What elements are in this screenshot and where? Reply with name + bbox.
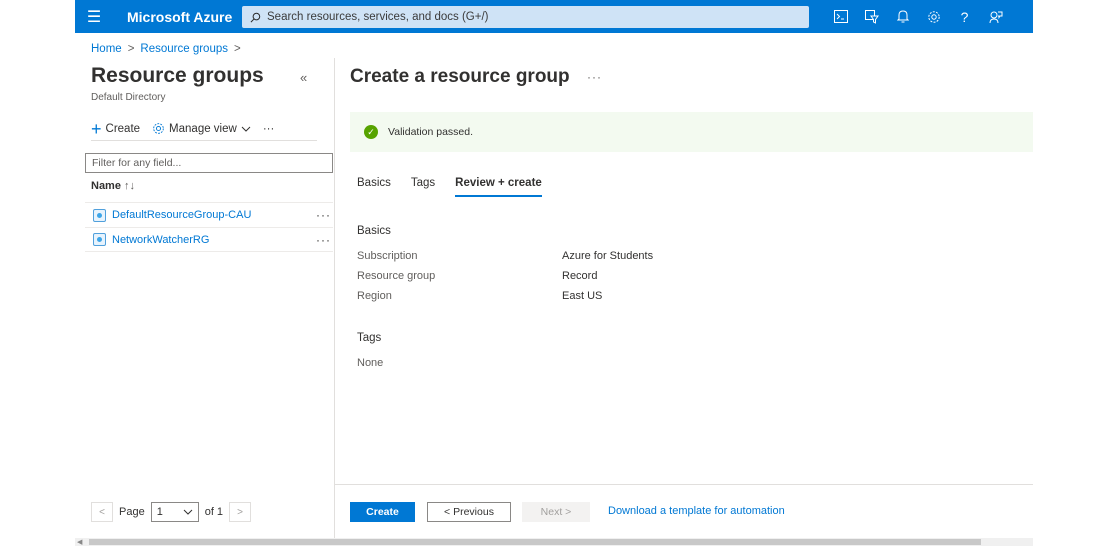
create-button[interactable]: + Create (91, 118, 141, 139)
breadcrumb-separator: > (233, 43, 241, 55)
search-placeholder: Search resources, services, and docs (G+… (267, 11, 489, 23)
page-select[interactable]: 1 (150, 502, 199, 522)
create-label: Create (105, 122, 141, 135)
gear-icon (153, 123, 164, 134)
top-bar: ☰ Microsoft Azure Search resources, serv… (75, 0, 1033, 33)
next-page-button[interactable]: > (229, 502, 252, 522)
list-item[interactable]: NetworkWatcherRG ··· (85, 227, 333, 252)
list-item[interactable]: DefaultResourceGroup-CAU ··· (85, 202, 333, 227)
tab-tags[interactable]: Tags (411, 177, 435, 197)
summary-key: Region (357, 290, 392, 302)
validation-banner: ✓ Validation passed. (350, 112, 1033, 152)
scrollbar-thumb[interactable] (89, 539, 981, 545)
azure-portal-window: ☰ Microsoft Azure Search resources, serv… (75, 0, 1033, 546)
chevron-down-icon (183, 509, 193, 515)
manage-view-button[interactable]: Manage view (152, 122, 251, 135)
resource-group-list: DefaultResourceGroup-CAU ··· NetworkWatc… (85, 202, 333, 252)
left-pane-subtitle: Default Directory (91, 92, 166, 103)
basics-heading: Basics (357, 225, 391, 237)
top-icons: ? (825, 0, 1011, 33)
page-label: Page (119, 506, 145, 518)
more-options-button[interactable]: ··· (263, 123, 275, 135)
resource-group-name[interactable]: NetworkWatcherRG (112, 234, 209, 246)
breadcrumb-separator: > (127, 43, 135, 55)
brand-title[interactable]: Microsoft Azure (127, 9, 237, 25)
tags-heading: Tags (357, 332, 382, 344)
summary-row-region: Region East US (357, 290, 602, 302)
sort-arrows-icon: ↑↓ (124, 180, 136, 192)
manage-view-label: Manage view (169, 122, 237, 135)
summary-row-resource-group: Resource group Record (357, 270, 597, 282)
search-input[interactable]: Search resources, services, and docs (G+… (242, 6, 809, 28)
filter-input[interactable]: Filter for any field... (85, 153, 333, 173)
next-button[interactable]: Next > (522, 502, 590, 522)
summary-value: East US (562, 290, 603, 302)
notifications-icon[interactable] (887, 0, 918, 33)
tab-review-create[interactable]: Review + create (455, 177, 542, 197)
title-more-icon[interactable]: ··· (587, 70, 602, 84)
settings-icon[interactable] (918, 0, 949, 33)
tab-basics[interactable]: Basics (357, 177, 391, 197)
resource-group-icon (93, 233, 106, 246)
left-pane-title: Resource groups (91, 64, 264, 87)
wizard-tabs: Basics Tags Review + create (357, 177, 542, 197)
help-icon[interactable]: ? (949, 0, 980, 33)
feedback-icon[interactable] (980, 0, 1011, 33)
directory-filter-icon[interactable] (856, 0, 887, 33)
plus-icon: + (91, 118, 102, 139)
page-select-value: 1 (156, 506, 163, 518)
left-toolbar: + Create Manage view ··· (91, 117, 317, 141)
summary-value: Azure for Students (562, 250, 654, 262)
row-more-icon[interactable]: ··· (316, 208, 331, 222)
summary-key: Resource group (357, 270, 436, 282)
collapse-pane-icon[interactable]: « (300, 70, 307, 85)
cloud-shell-icon[interactable] (825, 0, 856, 33)
breadcrumb-resource-groups[interactable]: Resource groups (140, 43, 228, 55)
horizontal-scrollbar[interactable]: ◀ (75, 538, 1033, 546)
summary-key: Subscription (357, 250, 418, 262)
create-button[interactable]: Create (350, 502, 415, 522)
name-column-label: Name (91, 180, 121, 192)
resource-group-name[interactable]: DefaultResourceGroup-CAU (112, 209, 251, 221)
of-pages-label: of 1 (204, 506, 224, 518)
validation-message: Validation passed. (388, 126, 474, 138)
pane-divider (334, 58, 335, 538)
page-title: Create a resource group (350, 66, 570, 87)
summary-row-subscription: Subscription Azure for Students (357, 250, 653, 262)
breadcrumb-home[interactable]: Home (91, 43, 122, 55)
breadcrumb: Home > Resource groups > (91, 43, 241, 55)
summary-value: Record (562, 270, 598, 282)
resource-group-icon (93, 208, 106, 222)
previous-button[interactable]: < Previous (427, 502, 511, 522)
menu-icon[interactable]: ☰ (75, 0, 113, 33)
footer-divider (335, 484, 1033, 485)
pager: < Page 1 of 1 > (91, 502, 252, 522)
chevron-down-icon (241, 126, 251, 132)
search-icon (250, 12, 261, 22)
download-template-link[interactable]: Download a template for automation (608, 505, 785, 517)
tags-value: None (357, 357, 384, 369)
row-more-icon[interactable]: ··· (316, 233, 331, 247)
prev-page-button[interactable]: < (91, 502, 113, 522)
scroll-left-icon[interactable]: ◀ (77, 538, 82, 546)
name-column-header[interactable]: Name ↑↓ (91, 180, 135, 192)
check-icon: ✓ (364, 125, 378, 139)
